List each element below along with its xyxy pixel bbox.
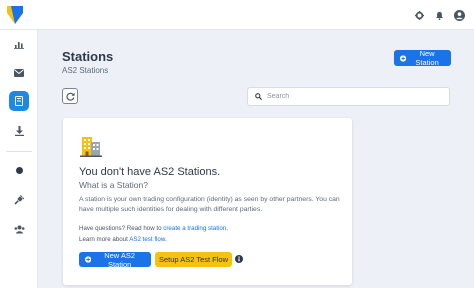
sidebar-item-integrations[interactable] [9,190,29,210]
building-icon [80,137,102,157]
help-prefix: Have questions? Read how to [79,225,164,232]
bell-icon[interactable] [432,8,446,22]
new-station-button[interactable]: New Station [394,49,451,67]
empty-state-card: You don't have AS2 Stations. What is a S… [63,118,352,285]
empty-state-description: A station is your own trading configurat… [79,196,340,213]
empty-state-question: What is a Station? [79,180,148,190]
sidebar-item-messages[interactable] [9,63,29,83]
help-text: Have questions? Read how to create a tra… [79,225,228,232]
learn-suffix: . [165,236,167,243]
user-circle-icon[interactable] [452,8,466,22]
help-suffix: . [226,225,228,232]
plus-circle-icon [400,54,407,62]
as2-test-flow-link[interactable]: AS2 test flow [129,236,165,243]
plug-icon [14,195,24,205]
refresh-icon [65,92,75,101]
learn-more-text: Learn more about AS2 test flow. [79,236,167,243]
app-logo[interactable] [6,5,24,25]
gear-icon[interactable] [412,8,426,22]
download-icon [14,126,24,136]
sidebar-divider [6,151,32,152]
search-input[interactable] [267,93,437,100]
search-box[interactable] [247,87,450,106]
new-as2-station-button[interactable]: New AS2 Station [79,250,151,269]
new-station-label: New Station [415,49,439,67]
plus-circle-icon [85,256,92,263]
setup-as2-test-flow-button[interactable]: Setup AS2 Test Flow [155,252,232,267]
sidebar-item-users[interactable] [9,219,29,239]
page-title: Stations [62,49,114,64]
envelope-icon [14,69,24,77]
learn-prefix: Learn more about [79,236,130,243]
page-subtitle: AS2 Stations [62,66,109,75]
bar-chart-icon [14,41,24,49]
sidebar-item-status[interactable] [9,160,29,180]
create-station-link[interactable]: create a trading station [163,225,226,232]
sidebar [0,30,38,288]
sidebar-item-dashboard[interactable] [9,34,29,54]
new-as2-station-label: New AS2 Station [104,250,136,269]
station-icon [15,96,23,106]
sidebar-item-downloads[interactable] [9,121,29,141]
users-icon [14,225,24,233]
refresh-button[interactable] [62,88,78,104]
search-icon [255,93,262,100]
sidebar-item-stations[interactable] [9,91,29,111]
empty-state-title: You don't have AS2 Stations. [79,166,221,178]
top-bar [0,0,474,30]
circle-icon [15,166,23,174]
info-icon[interactable] [235,255,243,263]
